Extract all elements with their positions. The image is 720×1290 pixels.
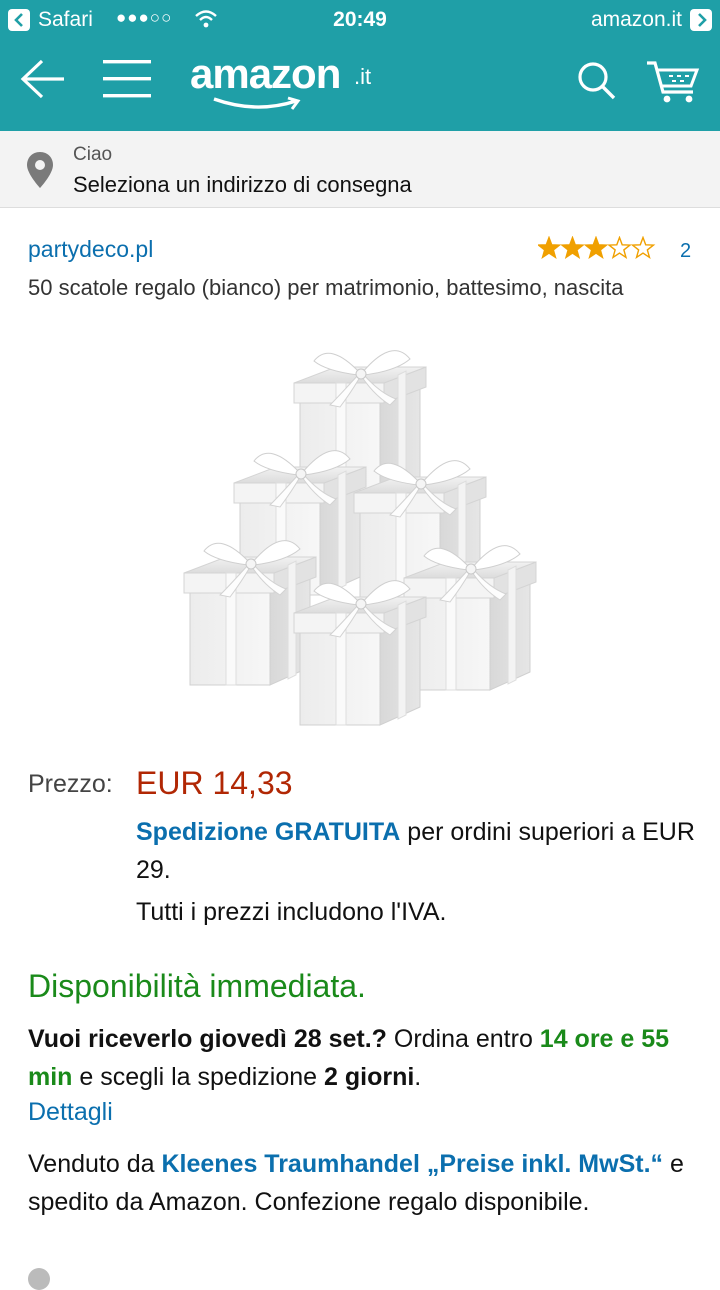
star-filled-icon — [560, 235, 585, 260]
cart-icon[interactable] — [645, 58, 701, 109]
product-title: 50 scatole regalo (bianco) per matrimoni… — [28, 275, 624, 300]
choose-shipping-text: e scegli la spedizione — [72, 1063, 324, 1091]
free-shipping-link[interactable]: Spedizione GRATUITA — [136, 818, 400, 846]
back-arrow-icon[interactable] — [20, 58, 66, 105]
amazon-logo-suffix: .it — [354, 64, 372, 89]
seller-info: Venduto da Kleenes Traumhandel „Preise i… — [28, 1145, 698, 1221]
product-image[interactable] — [160, 345, 560, 740]
star-empty-icon — [607, 235, 632, 260]
address-greeting: Ciao — [73, 144, 113, 165]
price-value: EUR 14,33 — [136, 765, 293, 801]
price-label: Prezzo: — [28, 770, 113, 798]
amazon-logo[interactable]: amazon — [190, 50, 341, 98]
delivery-address-bar[interactable]: Ciao Seleziona un indirizzo di consegna — [0, 131, 720, 208]
search-icon[interactable] — [576, 60, 618, 107]
delivery-estimate: Vuoi riceverlo giovedì 28 set.? Ordina e… — [28, 1020, 698, 1096]
brand-link[interactable]: partydeco.pl — [28, 236, 153, 263]
delivery-period: . — [414, 1063, 422, 1091]
details-link[interactable]: Dettagli — [28, 1098, 113, 1127]
location-pin-icon — [26, 151, 54, 194]
availability-status: Disponibilità immediata. — [28, 968, 366, 1004]
shipping-info: Spedizione GRATUITA per ordini superiori… — [136, 813, 696, 889]
radio-icon[interactable] — [28, 1268, 50, 1290]
menu-icon[interactable] — [103, 58, 151, 105]
delivery-question: Vuoi riceverlo giovedì 28 set.? — [28, 1025, 387, 1053]
star-filled-icon — [583, 235, 609, 260]
forward-to-site-icon[interactable] — [690, 9, 712, 31]
nav-bar: amazon .it — [0, 40, 720, 131]
status-bar: Safari ●●●○○ 20:49 amazon.it — [0, 0, 720, 40]
seller-link[interactable]: Kleenes Traumhandel „Preise inkl. MwSt.“ — [161, 1150, 663, 1178]
vat-note: Tutti i prezzi includono l'IVA. — [136, 898, 447, 926]
rating-stars[interactable] — [536, 235, 656, 265]
address-prompt[interactable]: Seleziona un indirizzo di consegna — [73, 172, 412, 198]
star-empty-icon — [630, 235, 656, 260]
shipping-option: 2 giorni — [324, 1063, 415, 1091]
amazon-smile-icon — [212, 96, 304, 119]
star-filled-icon — [536, 235, 562, 260]
review-count-link[interactable]: 2 — [680, 240, 691, 263]
sold-by-text: Venduto da — [28, 1150, 162, 1178]
status-site[interactable]: amazon.it — [591, 8, 682, 32]
order-within-text: Ordina entro — [386, 1025, 540, 1053]
